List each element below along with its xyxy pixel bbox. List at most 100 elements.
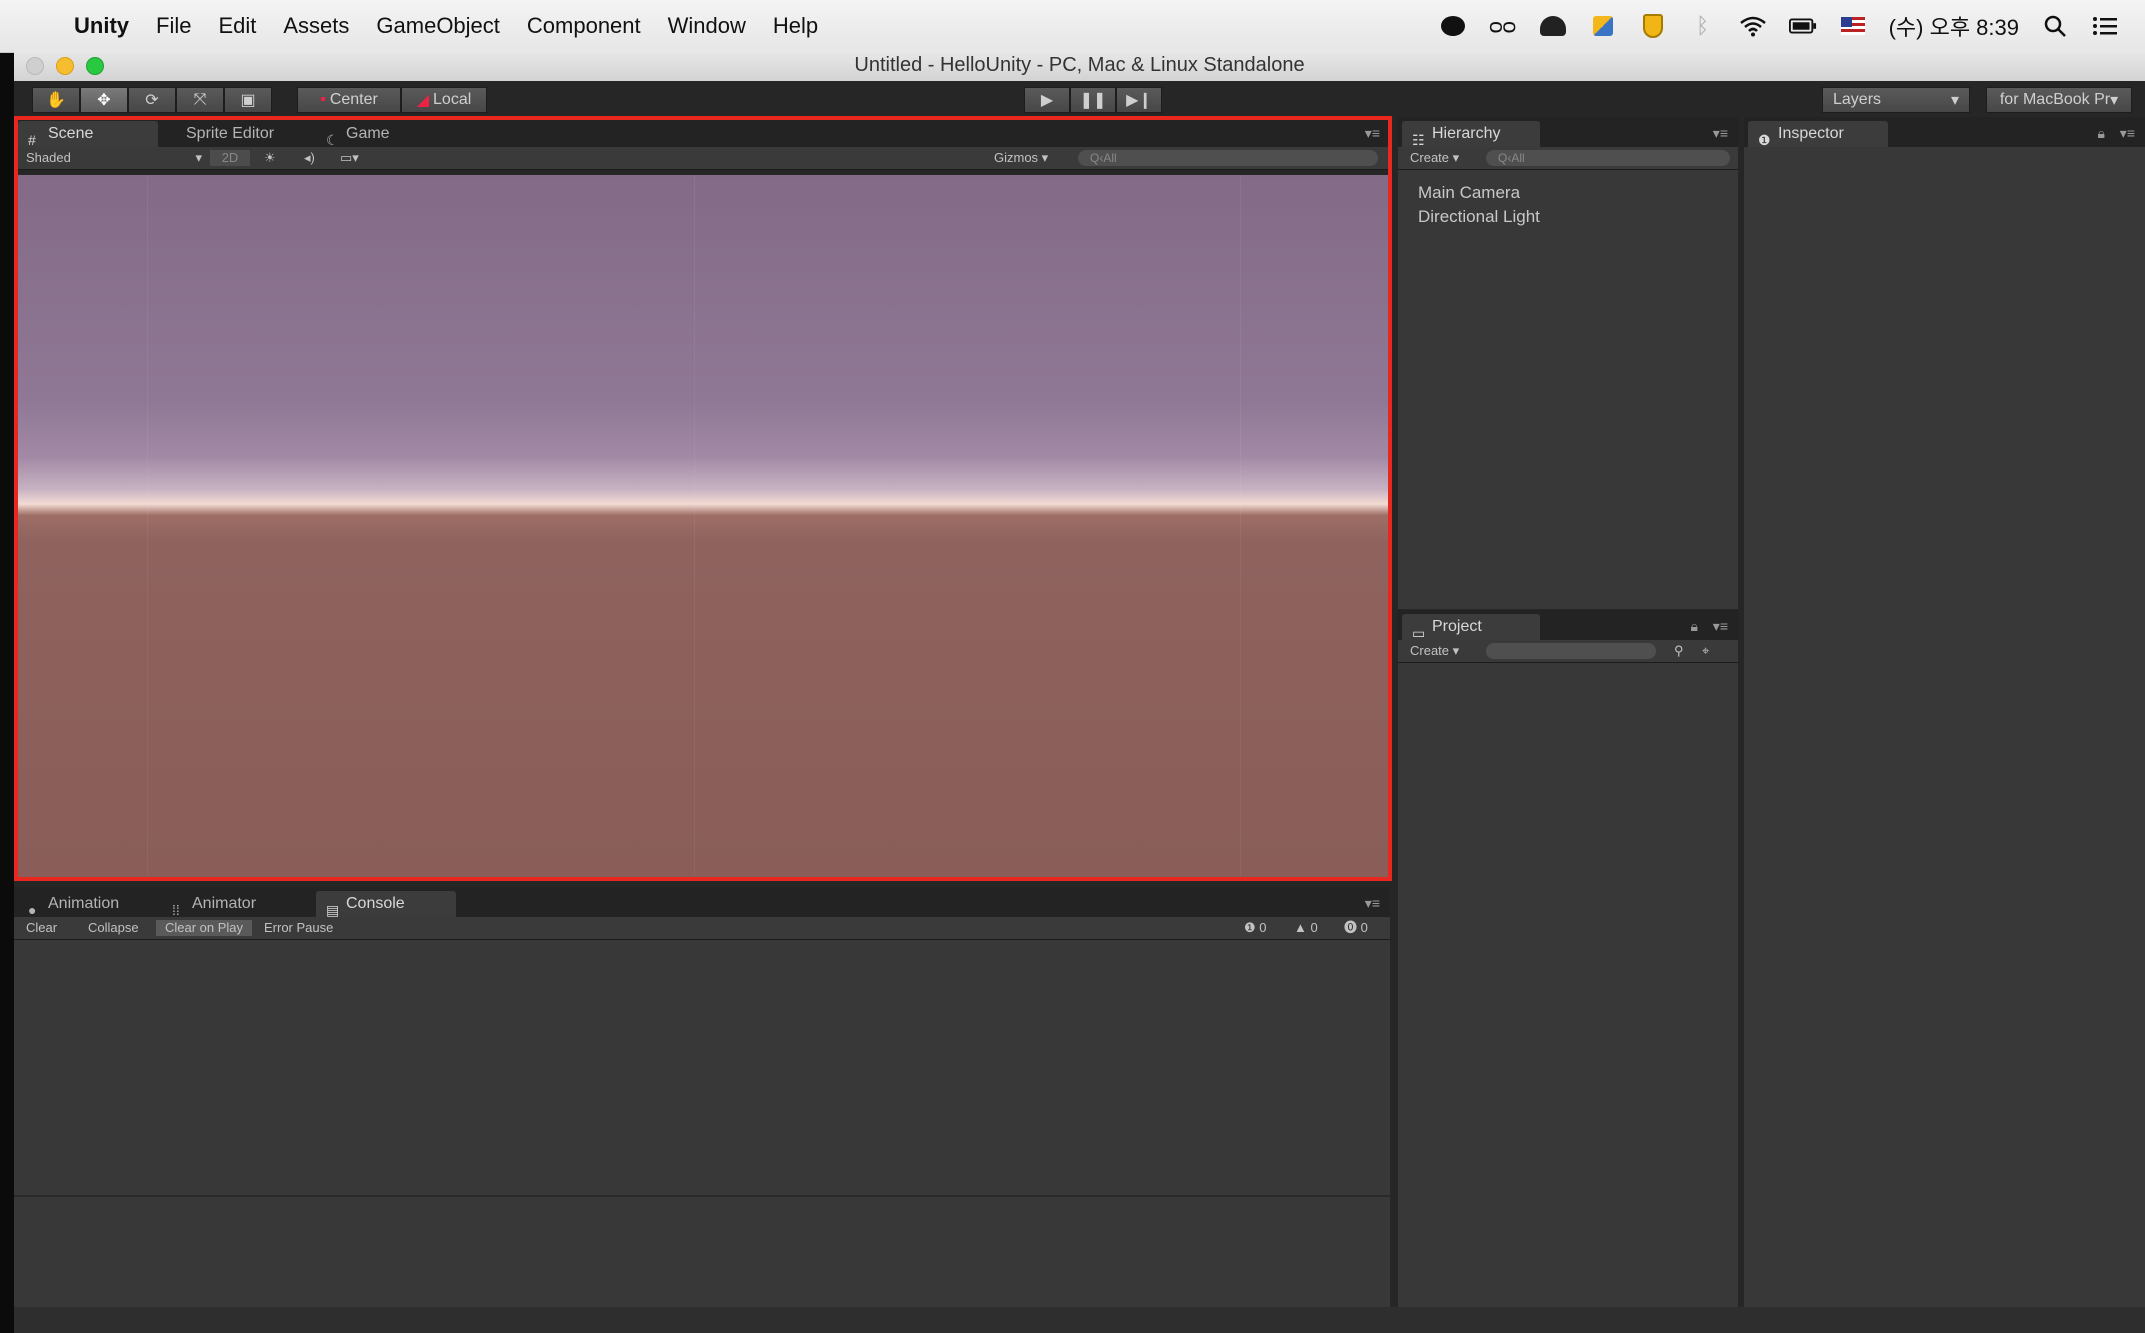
filter-type-icon[interactable]: ⚲ xyxy=(1674,643,1684,659)
menu-component[interactable]: Component xyxy=(527,13,641,39)
tab-hierarchy-label: Hierarchy xyxy=(1432,125,1501,142)
move-tool-icon[interactable]: ✥ xyxy=(80,87,128,113)
status-bar xyxy=(14,1307,2145,1333)
create-label: Create xyxy=(1410,150,1450,165)
menu-bar: Unity File Edit Assets GameObject Compon… xyxy=(0,0,2145,53)
project-toolbar: Create ▾ ⚲ ⌖ xyxy=(1398,640,1738,663)
window-titlebar: Untitled - HelloUnity - PC, Mac & Linux … xyxy=(14,49,2145,82)
play-controls: ▶ ❚❚ ▶❙ xyxy=(1024,87,1162,113)
spotlight-search-icon[interactable] xyxy=(2041,13,2069,39)
pivot-center-label: Center xyxy=(329,91,378,108)
hierarchy-toolbar: Create ▾ Q‹All xyxy=(1398,147,1738,170)
filter-label-icon[interactable]: ⌖ xyxy=(1702,643,1709,659)
clock[interactable]: (수) 오후 8:39 xyxy=(1889,10,2019,42)
inspector-info-icon: ❶ xyxy=(1758,132,1771,148)
pivot-local-button[interactable]: ◢ Local xyxy=(401,87,487,113)
error-pause-button[interactable]: Error Pause xyxy=(264,920,333,936)
hand-tool-icon[interactable]: ✋ xyxy=(32,87,80,113)
pivot-controls: ▪ Center ◢ Local xyxy=(297,87,487,113)
hierarchy-create-dropdown[interactable]: Create ▾ xyxy=(1410,150,1459,166)
tab-animation[interactable]: ● Animation xyxy=(18,891,158,918)
glasses-icon[interactable]: ᴑᴑ xyxy=(1489,13,1517,39)
hierarchy-item-directional-light[interactable]: Directional Light xyxy=(1418,207,1540,227)
tab-hierarchy[interactable]: ☷ Hierarchy xyxy=(1402,121,1540,148)
helmet-icon[interactable] xyxy=(1539,13,1567,39)
tab-inspector[interactable]: ❶ Inspector xyxy=(1748,121,1888,148)
console-toolbar: Clear Collapse Clear on Play Error Pause… xyxy=(14,917,1390,940)
layout-label: for MacBook Pr xyxy=(1999,91,2111,108)
pivot-center-button[interactable]: ▪ Center xyxy=(297,87,401,113)
tab-console-label: Console xyxy=(346,895,405,912)
maximize-window-button[interactable] xyxy=(86,57,104,75)
tab-project[interactable]: ▭ Project xyxy=(1402,614,1540,641)
menu-assets[interactable]: Assets xyxy=(283,13,349,39)
console-divider xyxy=(14,1195,1390,1197)
menu-app-unity[interactable]: Unity xyxy=(74,13,129,39)
warning-count: 0 xyxy=(1310,920,1318,935)
tab-animator-label: Animator xyxy=(192,895,257,912)
panel-menu-icon[interactable]: ▾≡ xyxy=(1365,895,1380,912)
battery-icon[interactable] xyxy=(1788,13,1817,39)
tab-animator[interactable]: ⁞⁞ Animator xyxy=(162,891,312,918)
chat-bubble-icon[interactable] xyxy=(1439,13,1467,39)
warning-icon: ▲ xyxy=(1294,920,1307,935)
inspector-tab-bar: ❶ Inspector 🔒︎ ▾≡ xyxy=(1744,117,2145,148)
clear-on-play-button[interactable]: Clear on Play xyxy=(156,920,252,936)
menu-edit[interactable]: Edit xyxy=(218,13,256,39)
play-icon[interactable]: ▶ xyxy=(1024,87,1070,113)
shield-icon[interactable] xyxy=(1639,13,1667,39)
error-count-toggle[interactable]: ⓿ 0 xyxy=(1344,920,1368,936)
collapse-button[interactable]: Collapse xyxy=(88,920,139,936)
window-title: Untitled - HelloUnity - PC, Mac & Linux … xyxy=(854,54,1305,76)
hierarchy-panel: ☷ Hierarchy ▾≡ Create ▾ Q‹All Main Camera… xyxy=(1398,117,1738,609)
tab-console[interactable]: ▤ Console xyxy=(316,891,456,918)
hierarchy-item-main-camera[interactable]: Main Camera xyxy=(1418,183,1520,203)
hierarchy-search-input[interactable]: Q‹All xyxy=(1486,150,1730,166)
error-icon: ⓿ xyxy=(1344,920,1358,935)
layout-dropdown[interactable]: for MacBook Pr ▾ xyxy=(1986,87,2132,113)
bluetooth-icon[interactable]: ᛒ xyxy=(1689,13,1717,39)
close-window-button[interactable] xyxy=(26,57,44,75)
rect-tool-icon[interactable]: ▣ xyxy=(224,87,272,113)
menu-help[interactable]: Help xyxy=(773,13,818,39)
rotate-tool-icon[interactable]: ⟳ xyxy=(128,87,176,113)
step-icon[interactable]: ▶❙ xyxy=(1116,87,1162,113)
menu-window[interactable]: Window xyxy=(668,13,746,39)
pivot-icon: ▪ xyxy=(320,91,326,108)
notification-center-icon[interactable] xyxy=(2091,13,2119,39)
clear-button[interactable]: Clear xyxy=(26,920,57,936)
scene-highlight-box xyxy=(14,116,1392,881)
lock-icon[interactable]: 🔒︎ xyxy=(2098,125,2105,142)
wifi-icon[interactable] xyxy=(1739,13,1767,39)
warning-count-toggle[interactable]: ▲ 0 xyxy=(1294,920,1318,936)
log-count: 0 xyxy=(1259,920,1267,935)
local-icon: ◢ xyxy=(416,92,430,109)
menu-file[interactable]: File xyxy=(156,13,191,39)
info-icon: ❶ xyxy=(1244,920,1256,935)
dropdown-arrow-icon: ▾ xyxy=(2110,92,2119,109)
lock-icon[interactable]: 🔒︎ xyxy=(1691,618,1698,635)
panel-menu-icon[interactable]: ▾≡ xyxy=(2120,125,2135,142)
menu-gameobject[interactable]: GameObject xyxy=(376,13,500,39)
cube-icon[interactable] xyxy=(1589,13,1617,39)
unity-toolbar: ✋ ✥ ⟳ ⤧ ▣ ▪ Center ◢ Local ▶ ❚❚ ▶❙ Layers ▾… xyxy=(14,81,2145,119)
inspector-panel: ❶ Inspector 🔒︎ ▾≡ xyxy=(1744,117,2145,1307)
layers-dropdown[interactable]: Layers ▾ xyxy=(1822,87,1970,113)
scale-tool-icon[interactable]: ⤧ xyxy=(176,87,224,113)
input-flag-icon[interactable] xyxy=(1839,13,1867,39)
minimize-window-button[interactable] xyxy=(56,57,74,75)
tab-inspector-label: Inspector xyxy=(1778,125,1844,142)
console-panel: ● Animation ⁞⁞ Animator ▤ Console ▾≡ Clear … xyxy=(14,887,1390,1307)
log-count-toggle[interactable]: ❶ 0 xyxy=(1244,920,1267,936)
pivot-local-label: Local xyxy=(433,91,472,108)
layers-label: Layers xyxy=(1833,91,1882,108)
pause-icon[interactable]: ❚❚ xyxy=(1070,87,1116,113)
panel-menu-icon[interactable]: ▾≡ xyxy=(1713,618,1728,635)
panel-menu-icon[interactable]: ▾≡ xyxy=(1713,125,1728,142)
project-create-dropdown[interactable]: Create ▾ xyxy=(1410,643,1459,659)
tab-animation-label: Animation xyxy=(48,895,120,912)
project-search-input[interactable] xyxy=(1486,643,1656,659)
hierarchy-tab-bar: ☷ Hierarchy ▾≡ xyxy=(1398,117,1738,148)
project-panel: ▭ Project 🔒︎ ▾≡ Create ▾ ⚲ ⌖ xyxy=(1398,610,1738,1307)
error-count: 0 xyxy=(1360,920,1368,935)
